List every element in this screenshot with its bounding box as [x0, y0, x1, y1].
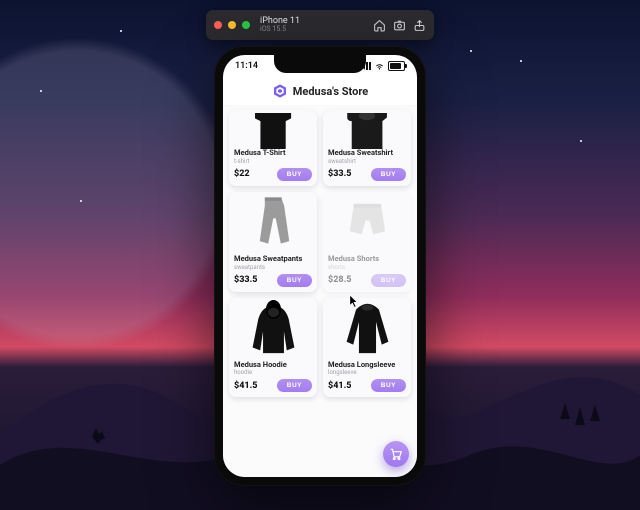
product-card[interactable]: Medusa Sweatpants sweatpants $33.5 BUY [229, 192, 317, 292]
product-card[interactable]: Medusa Shorts shorts $28.5 BUY [323, 192, 411, 292]
product-price: $28.5 [328, 275, 351, 285]
product-card[interactable]: Medusa Sweatshirt sweatshirt $33.5 BUY [323, 110, 411, 186]
product-image [323, 299, 411, 361]
buy-button[interactable]: BUY [277, 379, 312, 392]
product-name: Medusa T-Shirt [229, 149, 317, 157]
product-price: $41.5 [328, 381, 351, 391]
simulator-title: iPhone 11 iOS 15.5 [260, 17, 300, 34]
buy-button[interactable]: BUY [277, 274, 312, 287]
product-grid: Medusa T-Shirt t-shirt $22 BUY Medusa Sw… [223, 106, 417, 403]
product-scroll-area[interactable]: Medusa T-Shirt t-shirt $22 BUY Medusa Sw… [223, 106, 417, 477]
product-price: $33.5 [328, 169, 351, 179]
star-decor [470, 50, 472, 52]
screenshot-icon[interactable] [392, 18, 406, 32]
buy-button[interactable]: BUY [277, 168, 312, 181]
app-header: Medusa's Store [223, 77, 417, 106]
star-decor [120, 30, 122, 32]
buy-button[interactable]: BUY [371, 379, 406, 392]
product-image [229, 299, 317, 361]
product-image [229, 111, 317, 149]
star-decor [80, 200, 82, 202]
product-name: Medusa Sweatpants [229, 255, 317, 263]
status-time: 11:14 [235, 61, 258, 71]
product-category: sweatshirt [323, 158, 411, 165]
simulator-os: iOS 15.5 [260, 26, 300, 33]
product-name: Medusa Sweatshirt [323, 149, 411, 157]
wifi-icon [374, 62, 385, 71]
window-zoom-dot[interactable] [242, 21, 250, 29]
window-minimize-dot[interactable] [228, 21, 236, 29]
cart-fab[interactable] [383, 441, 409, 467]
device-screen: 11:14 Medusa's Store [223, 55, 417, 477]
product-price: $22 [234, 169, 250, 179]
mouse-cursor [349, 294, 359, 308]
product-card[interactable]: Medusa Longsleeve longsleeve $41.5 BUY [323, 298, 411, 398]
app-root: Medusa's Store Medusa T-Shirt t-shirt $2… [223, 77, 417, 477]
product-image [323, 111, 411, 149]
buy-button[interactable]: BUY [371, 168, 406, 181]
product-price: $41.5 [234, 381, 257, 391]
iphone-frame: 11:14 Medusa's Store [214, 46, 426, 486]
share-icon[interactable] [412, 18, 426, 32]
window-close-dot[interactable] [214, 21, 222, 29]
cart-icon [389, 447, 403, 461]
product-name: Medusa Shorts [323, 255, 411, 263]
device-notch [274, 55, 366, 73]
brand-logo-icon [272, 83, 288, 99]
product-image [323, 193, 411, 255]
product-image [229, 193, 317, 255]
product-category: longsleeve [323, 369, 411, 376]
product-name: Medusa Hoodie [229, 361, 317, 369]
app-title: Medusa's Store [293, 85, 368, 98]
product-category: hoodie [229, 369, 317, 376]
product-card[interactable]: Medusa Hoodie hoodie $41.5 BUY [229, 298, 317, 398]
star-decor [580, 140, 582, 142]
star-decor [40, 90, 42, 92]
simulator-toolbar[interactable]: iPhone 11 iOS 15.5 [206, 10, 434, 40]
star-decor [520, 60, 522, 62]
product-category: t-shirt [229, 158, 317, 165]
product-card[interactable]: Medusa T-Shirt t-shirt $22 BUY [229, 110, 317, 186]
product-category: shorts [323, 264, 411, 271]
buy-button[interactable]: BUY [371, 274, 406, 287]
home-icon[interactable] [372, 18, 386, 32]
product-category: sweatpants [229, 264, 317, 271]
product-price: $33.5 [234, 275, 257, 285]
battery-icon [388, 61, 405, 71]
product-name: Medusa Longsleeve [323, 361, 411, 369]
